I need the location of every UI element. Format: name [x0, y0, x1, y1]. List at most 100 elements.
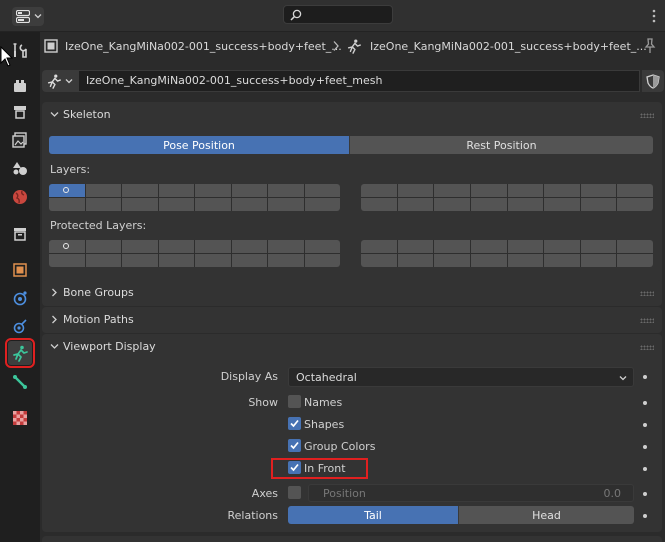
layer-toggle[interactable]	[507, 184, 544, 197]
tab-view-layer[interactable]	[8, 128, 32, 152]
animate-property-icon[interactable]	[643, 423, 647, 427]
protected-layer-toggle[interactable]	[195, 254, 231, 267]
browse-armature-button[interactable]	[42, 70, 78, 92]
animate-property-icon[interactable]	[643, 492, 647, 496]
shapes-checkbox[interactable]	[288, 417, 301, 430]
layer-toggle[interactable]	[397, 198, 434, 211]
group-colors-checkbox[interactable]	[288, 439, 301, 452]
protected-layer-toggle[interactable]	[195, 240, 231, 253]
protected-layer-toggle[interactable]	[231, 254, 267, 267]
motion-paths-panel-header[interactable]: Motion Paths	[42, 307, 662, 333]
layer-toggle[interactable]	[231, 184, 267, 197]
layer-toggle[interactable]	[268, 198, 304, 211]
protected-layer-toggle[interactable]	[158, 240, 194, 253]
tab-bone[interactable]	[8, 370, 32, 394]
tab-render[interactable]	[8, 74, 32, 98]
viewport-display-panel-header[interactable]: Viewport Display	[42, 334, 662, 360]
protected-layer-toggle[interactable]	[580, 254, 617, 267]
protected-layer-toggle[interactable]	[617, 254, 653, 267]
options-dots-icon[interactable]	[652, 9, 656, 23]
protected-layer-toggle[interactable]	[434, 254, 470, 267]
panel-drag-handle[interactable]	[640, 291, 654, 296]
layer-toggle[interactable]	[85, 184, 121, 197]
protected-layer-toggle[interactable]	[268, 240, 304, 253]
names-checkbox[interactable]	[288, 395, 301, 408]
display-as-dropdown[interactable]: Octahedral	[288, 367, 634, 387]
layer-toggle[interactable]	[361, 184, 397, 197]
editor-type-button[interactable]	[12, 7, 44, 26]
protected-layer-toggle[interactable]	[434, 240, 470, 253]
layer-toggle[interactable]	[49, 184, 85, 197]
pose-position-button[interactable]: Pose Position	[49, 136, 350, 154]
protected-layer-toggle[interactable]	[304, 254, 340, 267]
layer-toggle[interactable]	[470, 184, 507, 197]
search-input[interactable]	[283, 5, 393, 24]
protected-layer-toggle[interactable]	[397, 240, 434, 253]
protected-layer-toggle[interactable]	[470, 254, 507, 267]
pin-icon[interactable]	[643, 38, 657, 54]
layer-toggle[interactable]	[304, 184, 340, 197]
axes-position-field[interactable]: Position 0.0	[308, 484, 634, 502]
layer-toggle[interactable]	[434, 184, 470, 197]
protected-layer-toggle[interactable]	[361, 254, 397, 267]
protected-layer-toggle[interactable]	[49, 254, 85, 267]
protected-layer-toggle[interactable]	[268, 254, 304, 267]
layer-toggle[interactable]	[122, 184, 158, 197]
layer-toggle[interactable]	[49, 198, 85, 211]
tab-tool[interactable]	[8, 38, 32, 62]
protected-layer-toggle[interactable]	[122, 254, 158, 267]
layer-toggle[interactable]	[158, 184, 194, 197]
layer-toggle[interactable]	[434, 198, 470, 211]
animate-property-icon[interactable]	[643, 467, 647, 471]
tab-scene[interactable]	[8, 156, 32, 180]
layer-toggle[interactable]	[544, 198, 580, 211]
tab-world[interactable]	[8, 185, 32, 209]
bone-groups-panel-header[interactable]: Bone Groups	[42, 280, 662, 306]
protected-layer-toggle[interactable]	[507, 254, 544, 267]
protected-layer-toggle[interactable]	[397, 254, 434, 267]
animate-property-icon[interactable]	[643, 445, 647, 449]
layer-toggle[interactable]	[122, 198, 158, 211]
protected-layer-toggle[interactable]	[507, 240, 544, 253]
protected-layer-toggle[interactable]	[470, 240, 507, 253]
layer-toggle[interactable]	[470, 198, 507, 211]
layer-toggle[interactable]	[304, 198, 340, 211]
layer-toggle[interactable]	[544, 184, 580, 197]
protected-layer-toggle[interactable]	[122, 240, 158, 253]
tab-collection[interactable]	[8, 222, 32, 246]
fake-user-button[interactable]	[642, 70, 664, 92]
protected-layer-toggle[interactable]	[49, 240, 85, 253]
head-button[interactable]: Head	[459, 506, 634, 524]
layer-toggle[interactable]	[617, 184, 653, 197]
skeleton-panel-header[interactable]: Skeleton	[42, 102, 662, 128]
layer-toggle[interactable]	[268, 184, 304, 197]
tab-texture[interactable]	[8, 406, 32, 430]
protected-layer-toggle[interactable]	[580, 240, 617, 253]
protected-layer-toggle[interactable]	[85, 254, 121, 267]
rest-position-button[interactable]: Rest Position	[350, 136, 653, 154]
tab-object[interactable]	[8, 258, 32, 282]
layer-toggle[interactable]	[617, 198, 653, 211]
protected-layer-toggle[interactable]	[85, 240, 121, 253]
layer-toggle[interactable]	[397, 184, 434, 197]
protected-layer-toggle[interactable]	[361, 240, 397, 253]
protected-layer-toggle[interactable]	[304, 240, 340, 253]
protected-layer-toggle[interactable]	[544, 254, 580, 267]
layer-toggle[interactable]	[195, 184, 231, 197]
layer-toggle[interactable]	[85, 198, 121, 211]
layer-toggle[interactable]	[580, 198, 617, 211]
panel-drag-handle[interactable]	[640, 318, 654, 323]
layer-toggle[interactable]	[231, 198, 267, 211]
layer-toggle[interactable]	[507, 198, 544, 211]
protected-layer-toggle[interactable]	[231, 240, 267, 253]
tab-armature-data[interactable]	[5, 338, 35, 368]
layer-toggle[interactable]	[195, 198, 231, 211]
protected-layer-toggle[interactable]	[158, 254, 194, 267]
tab-modifier[interactable]	[8, 286, 32, 310]
tab-output[interactable]	[8, 100, 32, 124]
protected-layer-toggle[interactable]	[544, 240, 580, 253]
layer-toggle[interactable]	[158, 198, 194, 211]
layer-toggle[interactable]	[361, 198, 397, 211]
animate-property-icon[interactable]	[643, 375, 647, 379]
panel-drag-handle[interactable]	[640, 345, 654, 350]
